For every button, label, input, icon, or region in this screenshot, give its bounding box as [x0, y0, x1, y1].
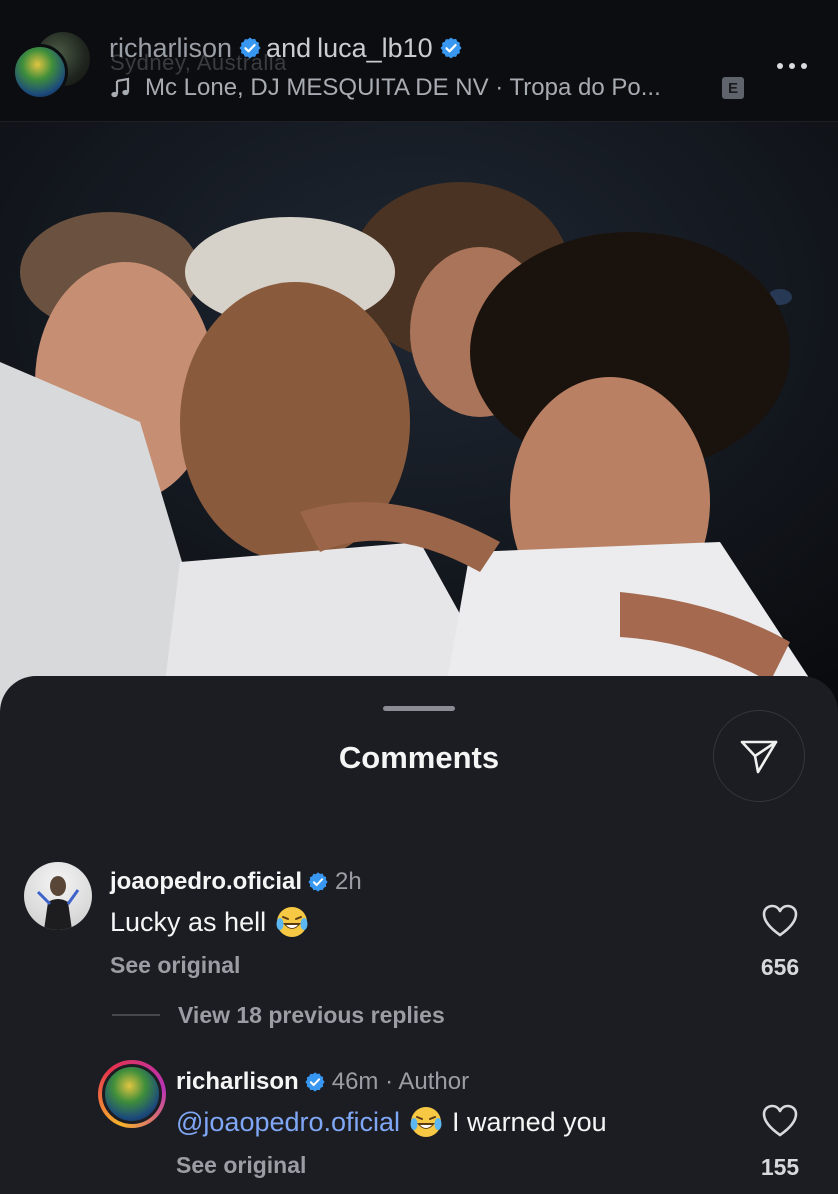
verified-badge-icon [439, 36, 463, 60]
reply-username[interactable]: richarlison [176, 1068, 299, 1096]
heart-icon[interactable] [762, 904, 798, 938]
sheet-drag-handle[interactable] [383, 706, 455, 711]
author-username-2[interactable]: luca_lb10 [317, 32, 433, 64]
post-header: Sydney, Australia richarlison and luca_l… [0, 0, 838, 122]
music-label: Mc Lone, DJ MESQUITA DE NV · Tropa do Po… [145, 74, 661, 101]
comment-username[interactable]: joaopedro.oficial [110, 868, 302, 896]
reply-header: richarlison 46m · Author [176, 1068, 469, 1096]
music-note-icon [111, 77, 130, 98]
post-authors: richarlison and luca_lb10 [109, 32, 463, 64]
more-options-icon[interactable] [772, 54, 812, 78]
author-username-1[interactable]: richarlison [109, 32, 232, 64]
commenter-avatar[interactable] [24, 862, 92, 930]
comment-text: Lucky as hell [110, 904, 318, 940]
comment-body: Lucky as hell [110, 906, 267, 937]
share-send-icon [740, 740, 778, 774]
laughing-emoji-icon [408, 1104, 444, 1140]
replies-divider [112, 1014, 160, 1016]
reply-mention[interactable]: @joaopedro.oficial [176, 1107, 400, 1138]
comment-header: joaopedro.oficial 2h [110, 868, 362, 896]
laughing-emoji-icon [274, 904, 310, 940]
avatar-image [36, 876, 80, 930]
verified-badge-icon [238, 36, 262, 60]
players-celebration-image [0, 122, 838, 722]
collab-avatars[interactable] [12, 30, 92, 102]
explicit-badge: E [722, 77, 744, 99]
verified-badge-icon [304, 1071, 326, 1093]
verified-badge-icon [307, 871, 329, 893]
reply-time: 46m · Author [331, 1068, 470, 1095]
reply-avatar[interactable] [98, 1060, 166, 1128]
see-original-link[interactable]: See original [176, 1152, 306, 1179]
view-previous-replies[interactable]: View 18 previous replies [178, 1002, 445, 1029]
reply-body: I warned you [452, 1106, 607, 1137]
comment-time: 2h [335, 868, 362, 895]
post-photo[interactable] [0, 122, 838, 722]
avatar-richarlison[interactable] [12, 44, 68, 100]
like-count: 656 [760, 954, 800, 980]
comments-sheet: Comments joaopedro.oficial 2h Lucky as h… [0, 676, 838, 1194]
reply-text: @joaopedro.oficial I warned you [176, 1104, 607, 1140]
see-original-link[interactable]: See original [110, 952, 240, 979]
share-button[interactable] [713, 710, 805, 802]
authors-conjunction: and [266, 33, 312, 63]
like-count: 155 [760, 1154, 800, 1180]
music-attribution[interactable]: Mc Lone, DJ MESQUITA DE NV · Tropa do Po… [109, 74, 661, 102]
heart-icon[interactable] [762, 1104, 798, 1138]
